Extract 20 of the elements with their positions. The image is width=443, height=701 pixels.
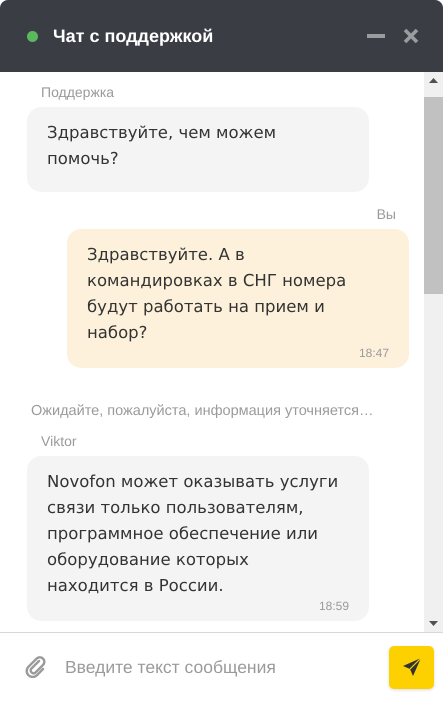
message-text: Здравствуйте. А в командировках в СНГ номера будут работать на прием и набор? [87,244,348,344]
minimize-icon[interactable] [367,33,385,39]
sender-name: Вы [376,205,397,224]
status-notice: Ожидайте, пожалуйста, информация уточняется… [31,402,375,420]
chat-title: Чат с поддержкой [53,26,214,46]
message-input[interactable]: Введите текст сообщения [65,656,389,678]
scrollbar[interactable] [424,72,443,632]
send-button[interactable] [389,646,434,688]
paper-plane-icon [402,657,422,677]
paperclip-icon[interactable] [25,656,47,678]
message-text: Здравствуйте, чем можем помочь? [47,122,278,170]
message-text: Novofon может оказывать услуги связи только пользователям, программное обеспечение или оборудование которых находится в России. [47,471,340,597]
scroll-up-icon[interactable] [429,78,438,83]
message-time: 18:47 [358,346,389,360]
sender-name: Viktor [40,432,78,451]
scrollbar-thumb[interactable] [424,97,443,294]
close-icon[interactable] [403,28,419,44]
message-time: 18:59 [318,599,349,613]
scroll-down-icon[interactable] [429,621,438,626]
sender-name: Поддержка [40,83,116,102]
